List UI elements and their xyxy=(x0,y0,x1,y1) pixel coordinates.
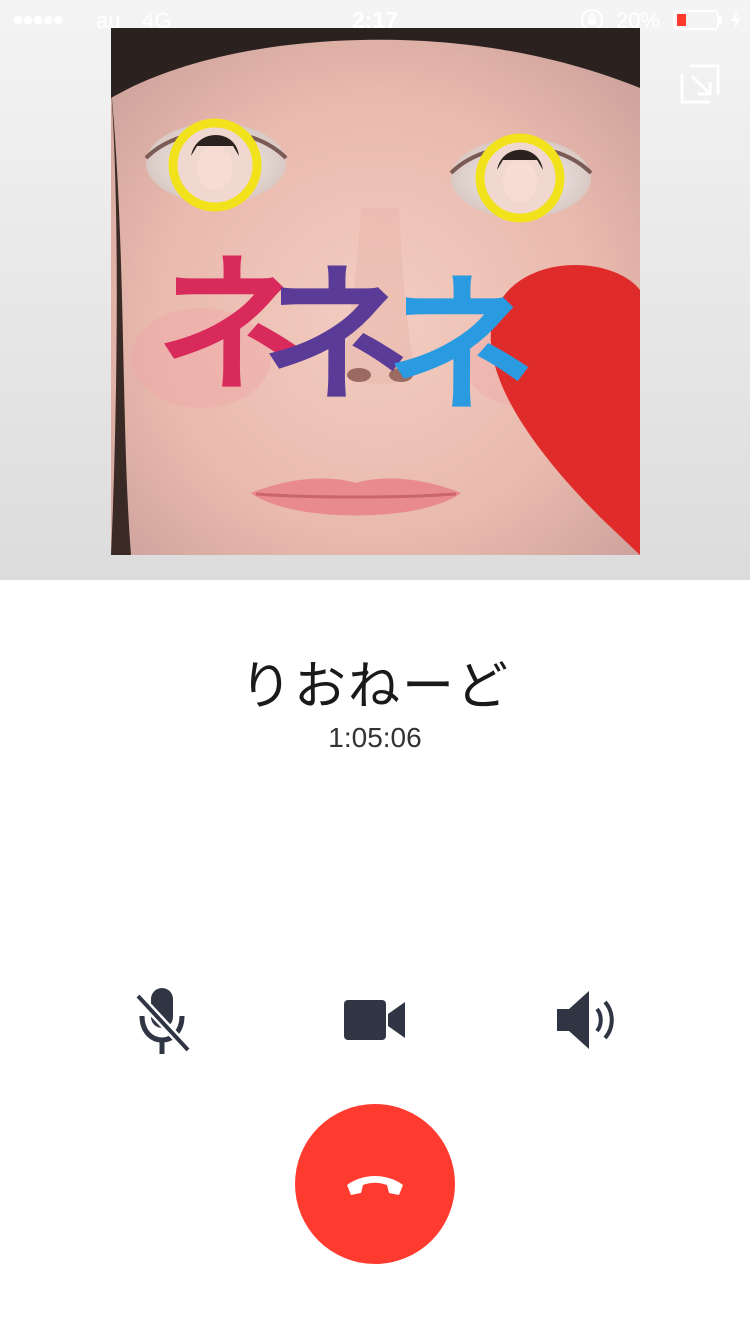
charging-icon xyxy=(731,10,741,30)
minimize-call-icon[interactable] xyxy=(676,60,724,108)
call-screen: ●●●●● au 4G 2:17 20% ネ ネ ネ りおねーど 1:05:06 xyxy=(0,0,750,1334)
battery-icon xyxy=(673,10,722,30)
video-button[interactable] xyxy=(330,980,420,1060)
mute-button[interactable] xyxy=(118,980,208,1060)
speaker-button[interactable] xyxy=(543,980,633,1060)
hang-up-icon xyxy=(347,1176,403,1195)
mic-off-icon xyxy=(134,988,192,1054)
video-camera-icon xyxy=(344,1000,405,1040)
sticker-char-3: ネ xyxy=(386,260,536,434)
call-duration: 1:05:06 xyxy=(328,722,422,753)
caller-name: りおねーど xyxy=(239,657,510,717)
speaker-icon xyxy=(557,991,614,1049)
end-call-button[interactable] xyxy=(295,1104,455,1264)
caller-profile-photo: ネ ネ ネ xyxy=(111,28,640,555)
